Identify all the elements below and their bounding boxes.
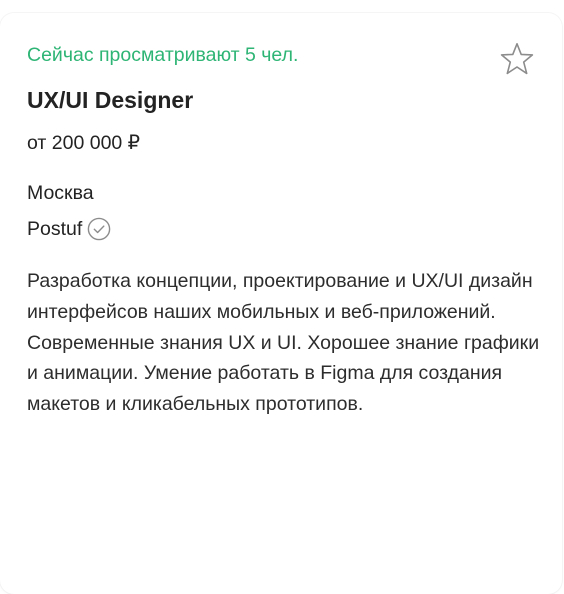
vacancy-title[interactable]: UX/UI Designer — [27, 85, 193, 115]
verified-check-icon — [87, 217, 111, 241]
viewers-count: Сейчас просматривают 5 чел. — [27, 44, 299, 66]
company-row[interactable]: Postuf — [27, 216, 111, 242]
description-paragraph: Разработка концепции, проектирование и U… — [27, 270, 533, 323]
star-icon[interactable] — [499, 41, 535, 77]
company-name[interactable]: Postuf — [27, 216, 82, 242]
vacancy-description: Разработка концепции, проектирование и U… — [27, 266, 547, 420]
salary: от 200 000 ₽ — [27, 132, 141, 154]
city: Москва — [27, 182, 94, 204]
description-paragraph: Современные знания UX и UI. Хорошее знан… — [27, 331, 540, 416]
vacancy-card[interactable]: Сейчас просматривают 5 чел. UX/UI Design… — [0, 13, 562, 594]
